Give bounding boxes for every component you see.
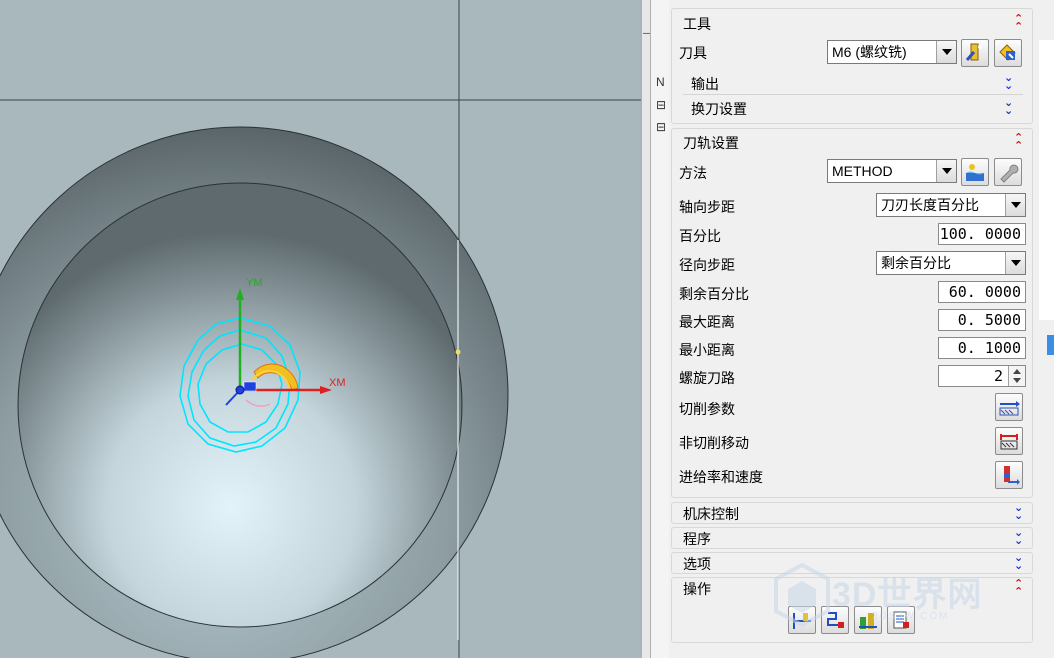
verify-button[interactable] [854, 606, 882, 634]
remaining-percent-input[interactable]: 60. 0000 [938, 281, 1026, 303]
tool-change-title: 换刀设置 [691, 101, 747, 117]
output-title: 输出 [691, 76, 719, 92]
generate-button[interactable] [788, 606, 816, 634]
wrench-icon [1000, 164, 1019, 183]
collapse-tool-icon[interactable]: ⌃ ⌃ [1014, 14, 1023, 33]
cut-params-icon [999, 401, 1020, 416]
expand-tool-change-icon[interactable]: ⌄ ⌄ [1004, 98, 1013, 117]
tool-group-title: 工具 [683, 16, 711, 32]
navigator-char-1: N [656, 75, 665, 89]
navigator-char-2: ⊟ [656, 98, 667, 112]
actions-title: 操作 [683, 581, 711, 597]
chevron-down-icon [1005, 194, 1025, 216]
method-select[interactable]: METHOD [827, 159, 957, 183]
axial-step-label: 轴向步距 [679, 199, 735, 215]
path-settings-title: 刀轨设置 [683, 135, 739, 151]
chevron-down-icon [936, 160, 956, 182]
expand-output-icon[interactable]: ⌄ ⌄ [1004, 73, 1013, 92]
radial-step-value: 剩余百分比 [881, 255, 951, 271]
verify-icon [859, 613, 877, 629]
max-distance-input[interactable]: 0. 5000 [938, 309, 1026, 331]
non-cut-moves-icon [1000, 434, 1018, 450]
graphics-viewport[interactable]: XM YM [0, 0, 641, 658]
replay-icon [827, 612, 844, 628]
right-edge [1039, 0, 1054, 658]
tool-label: 刀具 [679, 45, 707, 61]
axial-step-value: 刀刃长度百分比 [881, 197, 979, 213]
tool-select-value: M6 (螺纹铣) [832, 44, 907, 60]
spiral-passes-value: 2 [993, 367, 1003, 385]
model-view: XM YM [0, 0, 641, 658]
edge-marker [455, 349, 461, 355]
method-create-icon [966, 164, 984, 181]
navigator-edge: N ⊟ ⊟ [651, 0, 670, 658]
scroll-indicator[interactable] [1047, 335, 1054, 355]
options-title: 选项 [683, 556, 711, 572]
collapse-path-settings-icon[interactable]: ⌃ ⌃ [1014, 133, 1023, 152]
tool-create-icon [999, 44, 1016, 61]
radial-step-select[interactable]: 剩余百分比 [876, 251, 1026, 275]
feeds-speeds-button[interactable] [995, 461, 1023, 489]
inner-cone-surface [17, 182, 463, 628]
expand-options-icon[interactable]: ⌄ ⌄ [1014, 553, 1023, 572]
feeds-speeds-icon [1004, 466, 1020, 485]
percent-input[interactable]: 100. 0000 [938, 223, 1026, 245]
replay-button[interactable] [821, 606, 849, 634]
axial-step-select[interactable]: 刀刃长度百分比 [876, 193, 1026, 217]
navigator-char-3: ⊟ [656, 120, 667, 134]
actions-group [671, 577, 1033, 643]
program-title: 程序 [683, 531, 711, 547]
min-distance-input[interactable]: 0. 1000 [938, 337, 1026, 359]
chevron-down-icon [936, 41, 956, 63]
machine-control-title: 机床控制 [683, 506, 739, 522]
create-method-button[interactable] [961, 158, 989, 186]
list-button[interactable] [887, 606, 915, 634]
y-axis-label: YM [246, 277, 263, 289]
non-cut-moves-button[interactable] [995, 427, 1023, 455]
generate-icon [793, 613, 811, 629]
expand-machine-control-icon[interactable]: ⌄ ⌄ [1014, 503, 1023, 522]
remaining-percent-label: 剩余百分比 [679, 286, 749, 302]
min-distance-label: 最小距离 [679, 342, 735, 358]
percent-label: 百分比 [679, 228, 721, 244]
tool-select[interactable]: M6 (螺纹铣) [827, 40, 957, 64]
options-group[interactable] [671, 552, 1033, 574]
spiral-passes-label: 螺旋刀路 [679, 370, 735, 386]
max-distance-label: 最大距离 [679, 314, 735, 330]
program-group[interactable] [671, 527, 1033, 549]
chevron-down-icon [1005, 252, 1025, 274]
x-axis-label: XM [329, 377, 346, 389]
collapse-actions-icon[interactable]: ⌃ ⌃ [1014, 579, 1023, 598]
method-select-value: METHOD [832, 163, 893, 179]
create-tool-button[interactable] [994, 39, 1022, 67]
stepper-arrows-icon[interactable] [1008, 366, 1025, 386]
feeds-speeds-label: 进给率和速度 [679, 469, 763, 485]
tool-edit-icon [965, 43, 982, 61]
expand-program-icon[interactable]: ⌄ ⌄ [1014, 528, 1023, 547]
spiral-passes-stepper[interactable]: 2 [938, 365, 1026, 387]
non-cut-moves-label: 非切削移动 [679, 435, 749, 451]
edit-method-button[interactable] [994, 158, 1022, 186]
operation-dialog: 工具 ⌃ ⌃ 刀具 M6 (螺纹铣) 输出 ⌄ ⌄ 换刀设置 ⌄ ⌄ 刀轨设置 ⌃ ⌃ … [669, 0, 1039, 658]
edit-tool-button[interactable] [961, 39, 989, 67]
cut-params-button[interactable] [995, 393, 1023, 421]
panel-splitter[interactable]: — [641, 0, 651, 658]
list-icon [893, 611, 909, 629]
radial-step-label: 径向步距 [679, 257, 735, 273]
cut-params-label: 切削参数 [679, 401, 735, 417]
method-label: 方法 [679, 165, 707, 181]
